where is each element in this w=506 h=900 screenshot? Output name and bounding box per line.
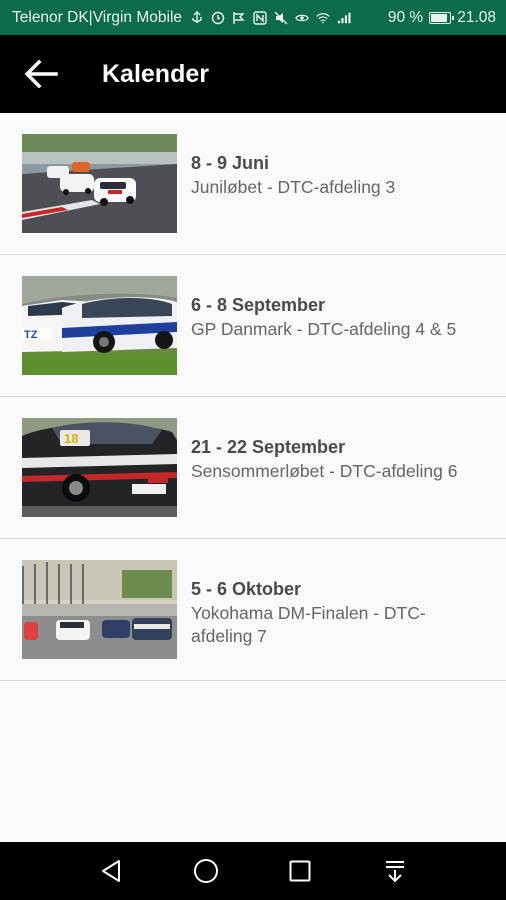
nav-recents-button[interactable]	[270, 846, 330, 896]
mute-icon	[274, 11, 288, 25]
car-sponsor-text: TZ	[24, 329, 38, 341]
event-date: 6 - 8 September	[191, 295, 326, 315]
event-thumbnail: 18	[22, 418, 177, 517]
event-date: 8 - 9 Juni	[191, 153, 270, 173]
list-item[interactable]: 18 21 - 22 September Sensommerløbet - DT…	[0, 397, 506, 539]
nav-home-button[interactable]	[176, 846, 236, 896]
event-title: Yokohama DM-Finalen - DTC-afdeling 7	[191, 603, 426, 646]
nfc-icon	[253, 10, 267, 25]
nav-notifications-button[interactable]	[365, 846, 425, 896]
battery-fill	[431, 13, 447, 22]
list-item[interactable]: 8 - 9 Juni Juniløbet - DTC-afdeling 3	[0, 113, 506, 255]
eye-comfort-icon	[295, 11, 309, 25]
signal-icon	[337, 11, 351, 25]
home-circle-icon	[193, 859, 218, 883]
battery-percent: 90 %	[387, 8, 424, 26]
car-number-text: 18	[64, 431, 78, 446]
arrow-left-icon	[24, 60, 58, 88]
event-date: 21 - 22 September	[191, 437, 346, 457]
notification-pulldown-icon	[385, 861, 404, 883]
back-triangle-icon	[102, 860, 121, 882]
carrier-label: Telenor DK|Virgin Mobile	[12, 8, 183, 26]
event-title: Juniløbet - DTC-afdeling 3	[191, 177, 396, 197]
list-item[interactable]: TZ 6 - 8 September GP Danmark - DTC-afde…	[0, 255, 506, 397]
list-item[interactable]: 5 - 6 Oktober Yokohama DM-Finalen - DTC-…	[0, 539, 506, 681]
data-saver-icon	[232, 11, 246, 25]
back-button[interactable]	[0, 35, 80, 113]
usb-icon	[190, 10, 204, 25]
event-date: 5 - 6 Oktober	[191, 579, 302, 599]
event-thumbnail: TZ	[22, 276, 177, 375]
wifi-icon	[316, 11, 330, 25]
recents-square-icon	[289, 860, 311, 882]
event-list: 8 - 9 Juni Juniløbet - DTC-afdeling 3 TZ	[0, 113, 506, 681]
app-bar: Kalender	[0, 35, 506, 113]
battery-icon	[429, 11, 455, 24]
page-title: Kalender	[102, 59, 209, 88]
nav-back-button[interactable]	[81, 846, 141, 896]
system-nav-bar	[0, 842, 506, 900]
alarm-icon	[211, 11, 225, 25]
event-thumbnail	[22, 134, 177, 233]
event-title: Sensommerløbet - DTC-afdeling 6	[191, 461, 458, 481]
event-title: GP Danmark - DTC-afdeling 4 & 5	[191, 319, 457, 339]
event-thumbnail	[22, 560, 177, 659]
clock: 21.08	[457, 8, 496, 26]
status-bar: Telenor DK|Virgin Mobile 90 % 21.08	[0, 0, 506, 35]
